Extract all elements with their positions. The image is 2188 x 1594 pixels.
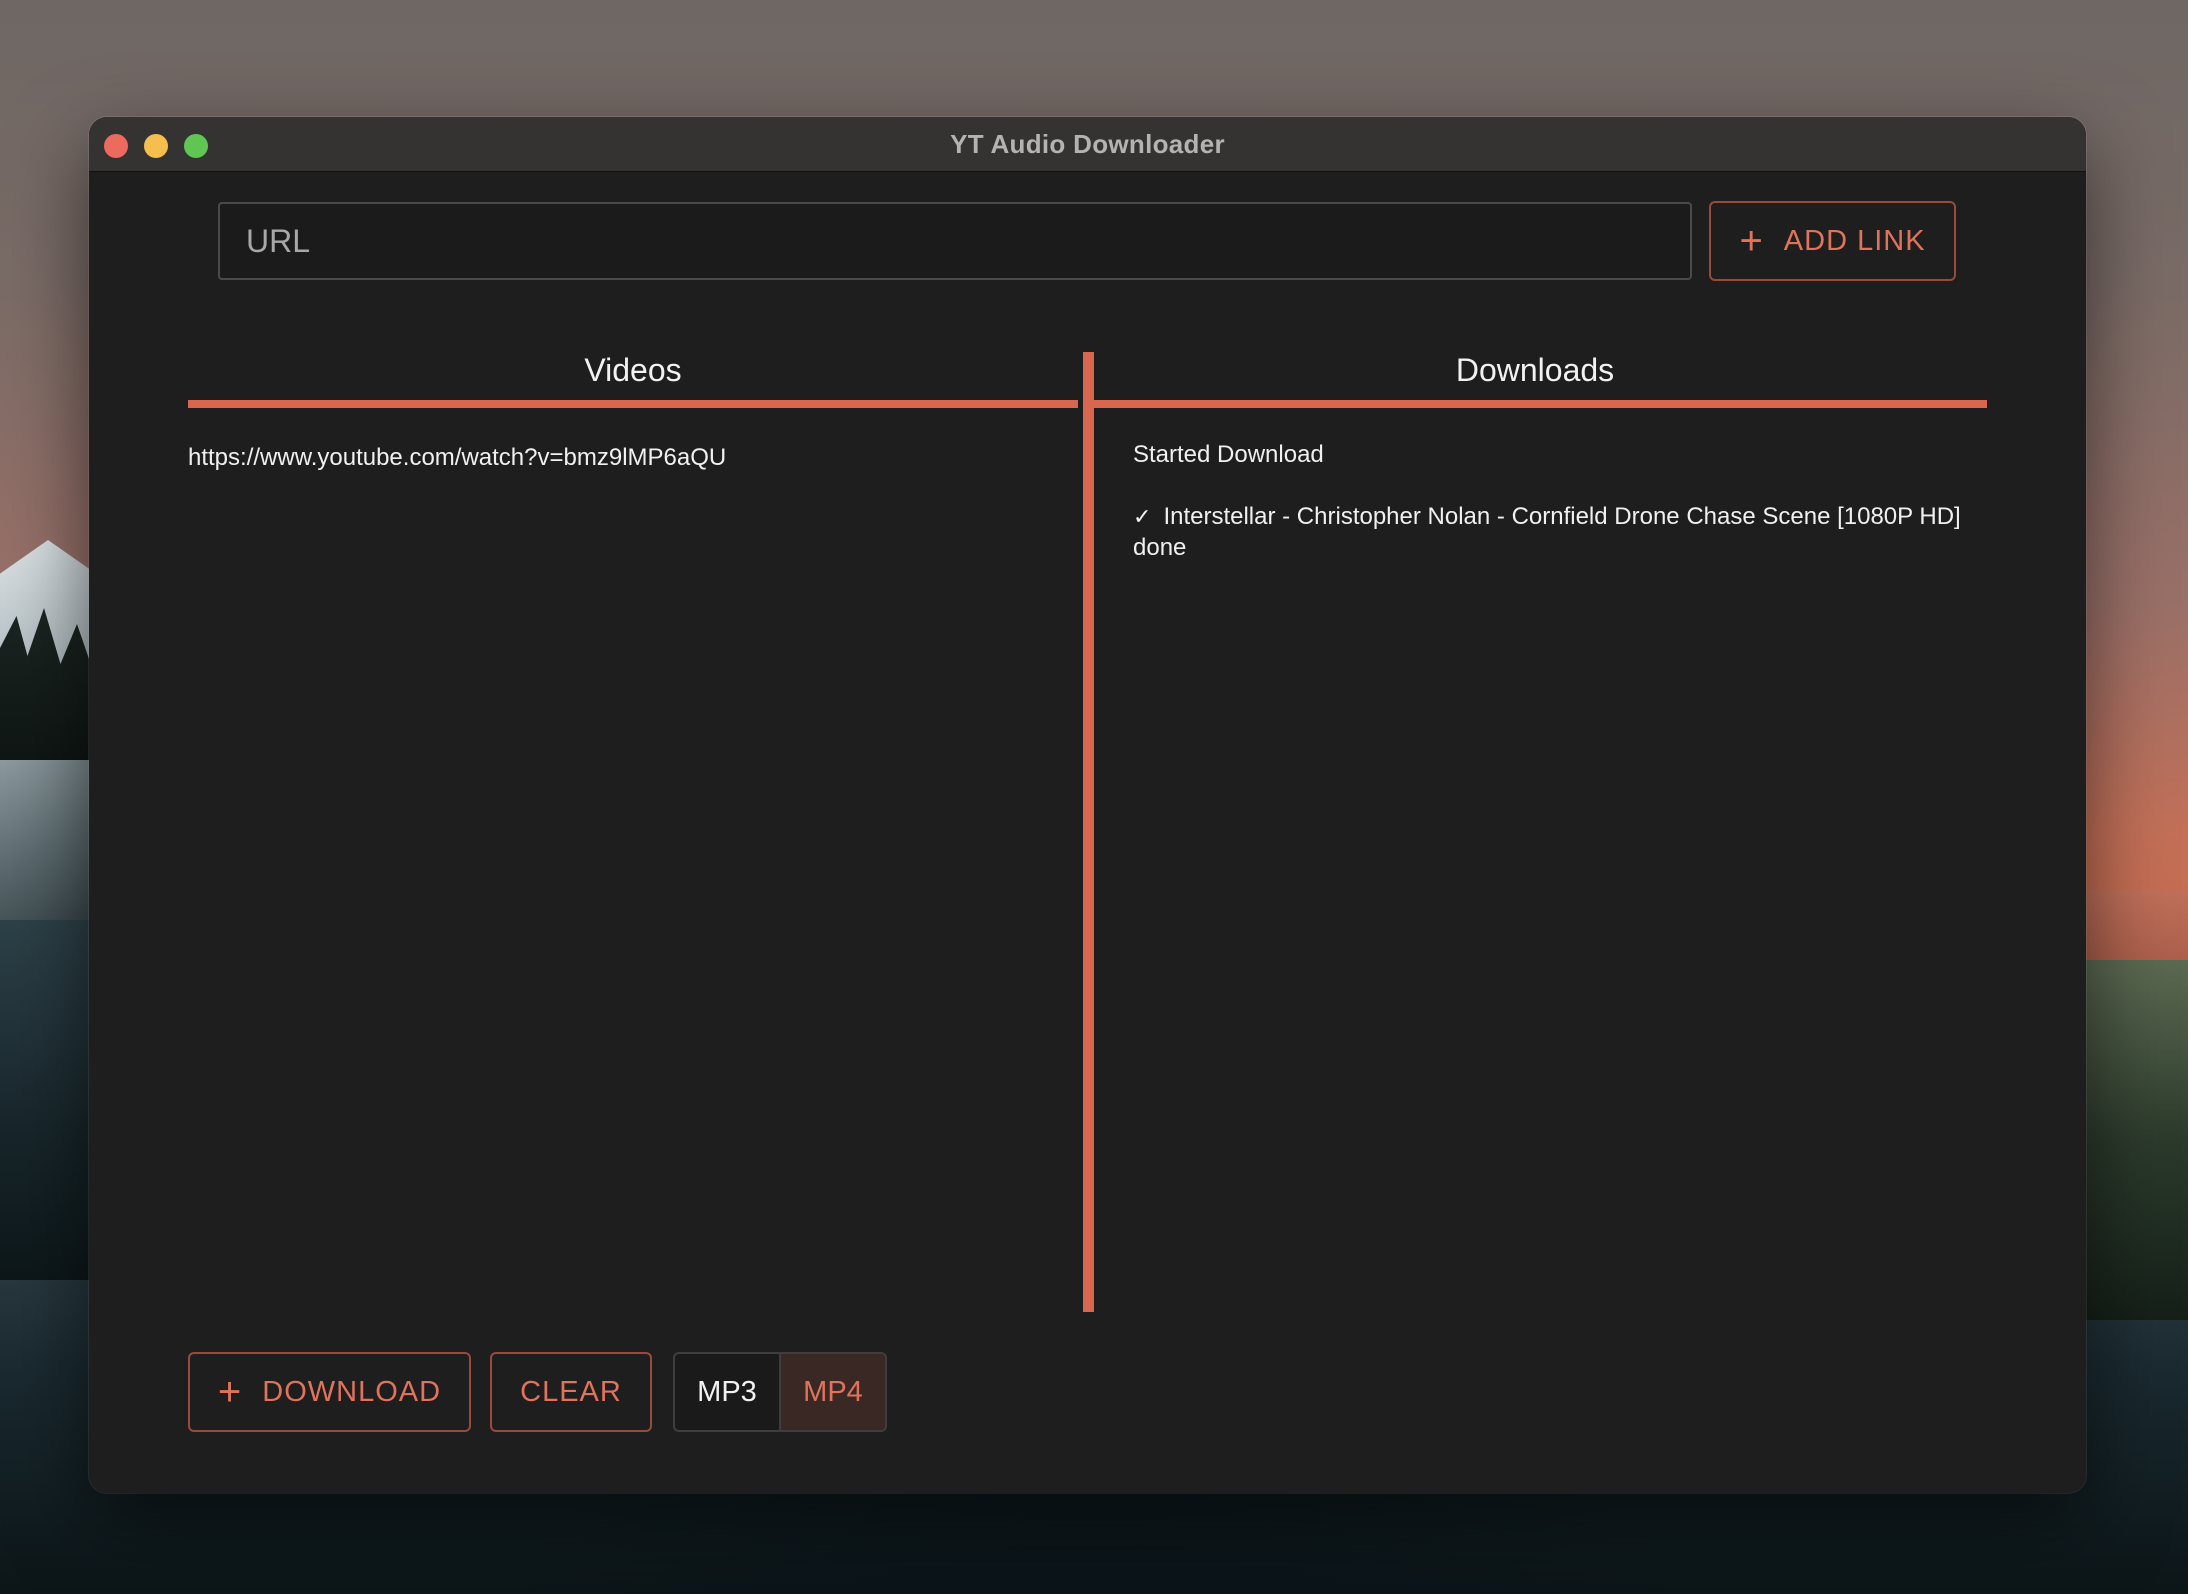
- clear-button[interactable]: CLEAR: [490, 1352, 652, 1432]
- downloads-header-underline: [1088, 400, 1987, 408]
- format-option-mp3[interactable]: MP3: [675, 1354, 781, 1430]
- download-item: ✓ Interstellar - Christopher Nolan - Corn…: [1133, 501, 1993, 563]
- add-link-button[interactable]: + ADD LINK: [1709, 201, 1956, 281]
- videos-header-underline: [188, 400, 1078, 408]
- app-window: YT Audio Downloader + ADD LINK Videos Do…: [89, 117, 2086, 1493]
- download-button[interactable]: + DOWNLOAD: [188, 1352, 471, 1432]
- videos-panel-title: Videos: [584, 352, 682, 388]
- add-link-label: ADD LINK: [1783, 224, 1926, 257]
- format-toggle: MP3 MP4: [673, 1352, 887, 1432]
- title-bar: YT Audio Downloader: [89, 117, 2086, 172]
- clear-label: CLEAR: [520, 1375, 622, 1408]
- url-input[interactable]: [218, 202, 1692, 280]
- plus-icon: +: [1739, 219, 1764, 263]
- video-list: https://www.youtube.com/watch?v=bmz9lMP6…: [188, 442, 1058, 474]
- downloads-panel-title: Downloads: [1455, 352, 1615, 388]
- plus-icon: +: [217, 1370, 243, 1414]
- video-list-item[interactable]: https://www.youtube.com/watch?v=bmz9lMP6…: [188, 442, 1058, 474]
- download-label: DOWNLOAD: [262, 1375, 442, 1408]
- background-grass: [2073, 960, 2188, 1320]
- window-title: YT Audio Downloader: [950, 129, 1225, 159]
- download-item-text: Interstellar - Christopher Nolan - Cornf…: [1133, 503, 1961, 561]
- format-option-mp4[interactable]: MP4: [781, 1354, 885, 1430]
- downloads-log: Started Download ✓ Interstellar - Christo…: [1133, 439, 1993, 563]
- panel-divider: [1083, 352, 1094, 1312]
- check-icon: ✓: [1133, 504, 1152, 529]
- download-status: Started Download: [1133, 441, 1324, 468]
